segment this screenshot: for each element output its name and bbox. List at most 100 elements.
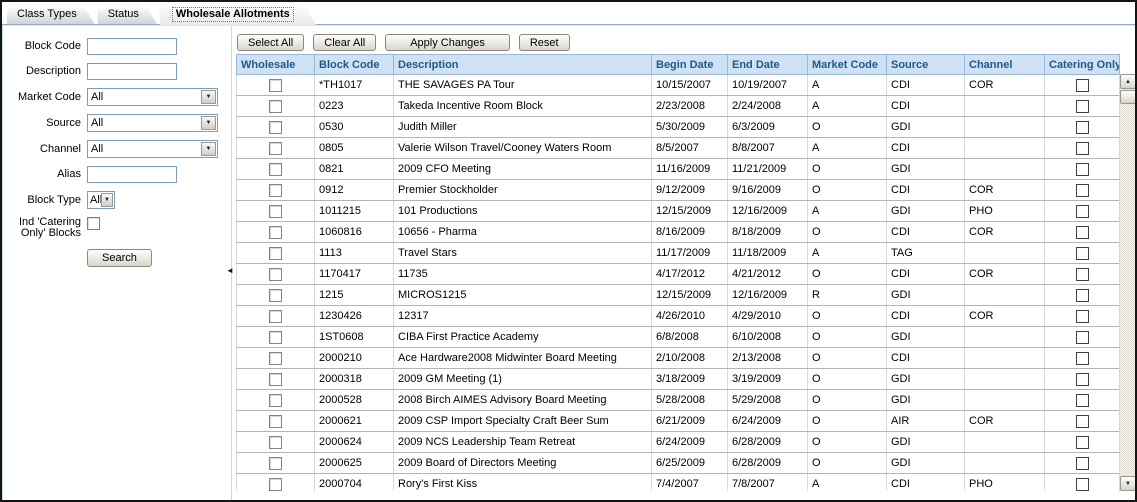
catering-only-checkbox[interactable] bbox=[1076, 436, 1089, 449]
tab-class-types[interactable]: Class Types bbox=[7, 6, 95, 24]
tab-status[interactable]: Status bbox=[98, 6, 157, 24]
wholesale-checkbox[interactable] bbox=[269, 100, 282, 113]
cell-catering-only bbox=[1045, 222, 1120, 243]
description-input[interactable] bbox=[87, 63, 177, 80]
col-header-description[interactable]: Description bbox=[394, 55, 652, 75]
tab-wholesale-allotments[interactable]: Wholesale Allotments bbox=[160, 4, 316, 25]
cell-catering-only bbox=[1045, 369, 1120, 390]
panel-divider: ◄ bbox=[228, 26, 232, 500]
wholesale-checkbox[interactable] bbox=[269, 142, 282, 155]
wholesale-checkbox[interactable] bbox=[269, 352, 282, 365]
col-header-block-code[interactable]: Block Code bbox=[315, 55, 394, 75]
col-header-source[interactable]: Source bbox=[887, 55, 965, 75]
block-code-input[interactable] bbox=[87, 38, 177, 55]
wholesale-checkbox[interactable] bbox=[269, 415, 282, 428]
catering-only-checkbox[interactable] bbox=[1076, 373, 1089, 386]
chevron-down-icon[interactable]: ▼ bbox=[201, 90, 216, 104]
clear-all-button[interactable]: Clear All bbox=[313, 34, 376, 51]
catering-only-checkbox[interactable] bbox=[1076, 79, 1089, 92]
catering-only-checkbox[interactable] bbox=[1076, 142, 1089, 155]
catering-only-checkbox[interactable] bbox=[1076, 352, 1089, 365]
cell-block-code: 1ST0608 bbox=[315, 327, 394, 348]
catering-only-checkbox[interactable] bbox=[1076, 247, 1089, 260]
wholesale-checkbox[interactable] bbox=[269, 79, 282, 92]
cell-wholesale bbox=[237, 453, 315, 474]
block-code-label: Block Code bbox=[5, 41, 81, 52]
catering-only-checkbox[interactable] bbox=[1076, 100, 1089, 113]
reset-button[interactable]: Reset bbox=[519, 34, 570, 51]
cell-catering-only bbox=[1045, 411, 1120, 432]
scroll-thumb[interactable] bbox=[1120, 90, 1135, 104]
tab-label: Status bbox=[108, 8, 139, 20]
catering-only-checkbox[interactable] bbox=[1076, 415, 1089, 428]
wholesale-checkbox[interactable] bbox=[269, 310, 282, 323]
wholesale-checkbox[interactable] bbox=[269, 373, 282, 386]
catering-only-checkbox[interactable] bbox=[1076, 226, 1089, 239]
cell-wholesale bbox=[237, 411, 315, 432]
chevron-down-icon[interactable]: ▼ bbox=[101, 193, 113, 207]
chevron-down-icon[interactable]: ▼ bbox=[201, 116, 216, 130]
catering-only-checkbox[interactable] bbox=[1076, 289, 1089, 302]
wholesale-checkbox[interactable] bbox=[269, 205, 282, 218]
col-header-channel[interactable]: Channel bbox=[965, 55, 1045, 75]
col-header-market-code[interactable]: Market Code bbox=[808, 55, 887, 75]
catering-only-checkbox[interactable] bbox=[1076, 331, 1089, 344]
wholesale-checkbox[interactable] bbox=[269, 268, 282, 281]
wholesale-checkbox[interactable] bbox=[269, 394, 282, 407]
wholesale-checkbox[interactable] bbox=[269, 478, 282, 491]
cell-wholesale bbox=[237, 369, 315, 390]
header-row: Wholesale Block Code Description Begin D… bbox=[237, 55, 1120, 75]
alias-input[interactable] bbox=[87, 166, 177, 183]
apply-changes-button[interactable]: Apply Changes bbox=[385, 34, 510, 51]
wholesale-checkbox[interactable] bbox=[269, 331, 282, 344]
catering-only-filter-checkbox[interactable] bbox=[87, 217, 100, 230]
channel-value: All bbox=[88, 143, 201, 155]
wholesale-checkbox[interactable] bbox=[269, 184, 282, 197]
catering-only-checkbox[interactable] bbox=[1076, 457, 1089, 470]
wholesale-checkbox[interactable] bbox=[269, 457, 282, 470]
vertical-scrollbar[interactable]: ▲ ▼ bbox=[1119, 74, 1135, 491]
cell-wholesale bbox=[237, 75, 315, 96]
catering-only-checkbox[interactable] bbox=[1076, 310, 1089, 323]
description-label: Description bbox=[5, 66, 81, 77]
cell-market-code: O bbox=[808, 369, 887, 390]
cell-end-date: 10/19/2007 bbox=[728, 75, 808, 96]
scroll-up-icon[interactable]: ▲ bbox=[1120, 74, 1135, 89]
wholesale-checkbox[interactable] bbox=[269, 247, 282, 260]
wholesale-checkbox[interactable] bbox=[269, 289, 282, 302]
wholesale-checkbox[interactable] bbox=[269, 226, 282, 239]
chevron-down-icon[interactable]: ▼ bbox=[201, 142, 216, 156]
source-select[interactable]: All ▼ bbox=[87, 114, 218, 132]
cell-end-date: 7/8/2007 bbox=[728, 474, 808, 492]
cell-wholesale bbox=[237, 243, 315, 264]
catering-only-checkbox[interactable] bbox=[1076, 205, 1089, 218]
wholesale-checkbox[interactable] bbox=[269, 436, 282, 449]
cell-description: Judith Miller bbox=[394, 117, 652, 138]
catering-only-checkbox[interactable] bbox=[1076, 394, 1089, 407]
col-header-begin-date[interactable]: Begin Date bbox=[652, 55, 728, 75]
wholesale-checkbox[interactable] bbox=[269, 163, 282, 176]
col-header-wholesale[interactable]: Wholesale bbox=[237, 55, 315, 75]
col-header-end-date[interactable]: End Date bbox=[728, 55, 808, 75]
cell-wholesale bbox=[237, 474, 315, 492]
wholesale-checkbox[interactable] bbox=[269, 121, 282, 134]
market-code-select[interactable]: All ▼ bbox=[87, 88, 218, 106]
block-type-select[interactable]: All ▼ bbox=[87, 191, 115, 209]
catering-only-checkbox[interactable] bbox=[1076, 121, 1089, 134]
cell-wholesale bbox=[237, 348, 315, 369]
cell-market-code: A bbox=[808, 138, 887, 159]
cell-source: CDI bbox=[887, 75, 965, 96]
table-row: 1ST0608CIBA First Practice Academy6/8/20… bbox=[237, 327, 1120, 348]
cell-begin-date: 5/30/2009 bbox=[652, 117, 728, 138]
catering-only-checkbox[interactable] bbox=[1076, 478, 1089, 491]
catering-only-checkbox[interactable] bbox=[1076, 163, 1089, 176]
channel-select[interactable]: All ▼ bbox=[87, 140, 218, 158]
select-all-button[interactable]: Select All bbox=[237, 34, 304, 51]
catering-only-checkbox[interactable] bbox=[1076, 268, 1089, 281]
cell-market-code: O bbox=[808, 180, 887, 201]
catering-only-checkbox[interactable] bbox=[1076, 184, 1089, 197]
scroll-down-icon[interactable]: ▼ bbox=[1120, 476, 1135, 491]
search-button[interactable]: Search bbox=[87, 249, 152, 267]
sidebar-collapse-handle[interactable]: ◄ bbox=[226, 266, 234, 276]
col-header-catering-only[interactable]: Catering Only bbox=[1045, 55, 1120, 75]
